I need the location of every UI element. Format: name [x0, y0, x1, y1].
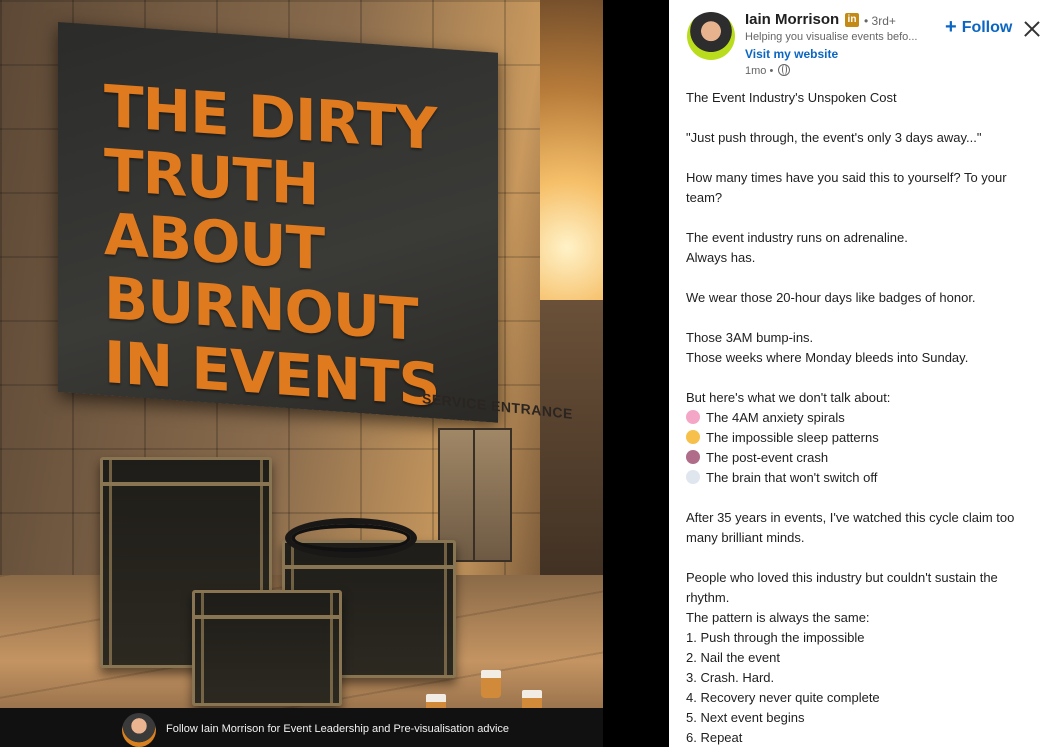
thought-bubble-icon — [686, 470, 700, 484]
post-line: The brain that won't switch off — [686, 468, 1038, 488]
post-line: We wear those 20-hour days like badges o… — [686, 288, 1038, 308]
post-line-text: The post-event crash — [706, 450, 829, 465]
post-line: 2. Nail the event — [686, 648, 1038, 668]
post-line-text: Always has. — [686, 250, 756, 265]
author-headline: Helping you visualise events befo... — [745, 31, 918, 43]
post-line-text: 4. Recovery never quite complete — [686, 690, 880, 705]
coiled-cable — [285, 518, 417, 558]
post-line: Those weeks where Monday bleeds into Sun… — [686, 348, 1038, 368]
post-line — [686, 488, 1038, 508]
sleepy-face-icon — [686, 430, 700, 444]
post-line: The post-event crash — [686, 448, 1038, 468]
post-line: The impossible sleep patterns — [686, 428, 1038, 448]
post-line: 3. Crash. Hard. — [686, 668, 1038, 688]
post-line-text: 6. Repeat — [686, 730, 743, 745]
post-line: "Just push through, the event's only 3 d… — [686, 128, 1038, 148]
post-line: Always has. — [686, 248, 1038, 268]
post-line-text: 5. Next event begins — [686, 710, 805, 725]
post-image[interactable]: THE DIRTY TRUTH ABOUT BURNOUT IN EVENTS … — [0, 0, 603, 747]
road-case-small — [192, 590, 342, 706]
post-line: The event industry runs on adrenaline. — [686, 228, 1038, 248]
post-line — [686, 268, 1038, 288]
post-line — [686, 308, 1038, 328]
post-meta: 1mo • — [745, 64, 791, 77]
post-line — [686, 368, 1038, 388]
connection-degree: • 3rd+ — [864, 14, 896, 28]
post-line-text: Those weeks where Monday bleeds into Sun… — [686, 350, 969, 365]
post-line: 4. Recovery never quite complete — [686, 688, 1038, 708]
brain-icon — [686, 410, 700, 424]
post-line-text: The brain that won't switch off — [706, 470, 878, 485]
post-line: The 4AM anxiety spirals — [686, 408, 1038, 428]
post-line — [686, 148, 1038, 168]
post-line-text: But here's what we don't talk about: — [686, 390, 891, 405]
post-line-text: The event industry runs on adrenaline. — [686, 230, 908, 245]
building-side-wall — [540, 300, 603, 600]
post-line: Those 3AM bump-ins. — [686, 328, 1038, 348]
close-icon[interactable] — [1021, 18, 1043, 40]
author-name[interactable]: Iain Morrison — [745, 11, 839, 28]
caption-avatar — [122, 713, 156, 747]
post-line: How many times have you said this to you… — [686, 168, 1038, 208]
author-avatar[interactable] — [687, 12, 735, 60]
follow-button[interactable]: + Follow — [939, 15, 1018, 40]
post-line — [686, 108, 1038, 128]
post-time: 1mo • — [745, 65, 774, 77]
post-line-text: The 4AM anxiety spirals — [706, 410, 845, 425]
post-line: 5. Next event begins — [686, 708, 1038, 728]
coffee-cup — [481, 670, 501, 698]
post-line: 1. Push through the impossible — [686, 628, 1038, 648]
visit-website-link[interactable]: Visit my website — [745, 47, 838, 61]
post-line-text: "Just push through, the event's only 3 d… — [686, 130, 982, 145]
post-line-text: The Event Industry's Unspoken Cost — [686, 90, 897, 105]
post-line: But here's what we don't talk about: — [686, 388, 1038, 408]
post-line — [686, 548, 1038, 568]
post-line: After 35 years in events, I've watched t… — [686, 508, 1038, 548]
post-panel: Iain Morrison in • 3rd+ Helping you visu… — [669, 0, 1044, 747]
person-meditating-icon — [686, 450, 700, 464]
post-line-text: How many times have you said this to you… — [686, 170, 1011, 205]
follow-label: Follow — [961, 19, 1013, 36]
post-line-text: 1. Push through the impossible — [686, 630, 865, 645]
plus-icon: + — [945, 16, 957, 38]
post-line: 6. Repeat — [686, 728, 1038, 747]
post-line-text: The impossible sleep patterns — [706, 430, 879, 445]
post-line-text: 3. Crash. Hard. — [686, 670, 775, 685]
globe-icon — [778, 64, 791, 76]
linkedin-premium-icon: in — [845, 13, 859, 27]
post-line: People who loved this industry but could… — [686, 568, 1038, 608]
post-line-text: We wear those 20-hour days like badges o… — [686, 290, 976, 305]
post-line-text: Those 3AM bump-ins. — [686, 330, 814, 345]
post-body: The Event Industry's Unspoken Cost "Just … — [686, 88, 1038, 747]
post-line-text: 2. Nail the event — [686, 650, 780, 665]
post-line-text: People who loved this industry but could… — [686, 570, 1002, 605]
post-line: The Event Industry's Unspoken Cost — [686, 88, 1038, 108]
post-line-text: The pattern is always the same: — [686, 610, 870, 625]
post-line — [686, 208, 1038, 228]
post-line: The pattern is always the same: — [686, 608, 1038, 628]
billboard-headline: THE DIRTY TRUTH ABOUT BURNOUT IN EVENTS — [104, 72, 504, 422]
post-line-text: After 35 years in events, I've watched t… — [686, 510, 1018, 545]
image-caption: Follow Iain Morrison for Event Leadershi… — [166, 723, 510, 735]
